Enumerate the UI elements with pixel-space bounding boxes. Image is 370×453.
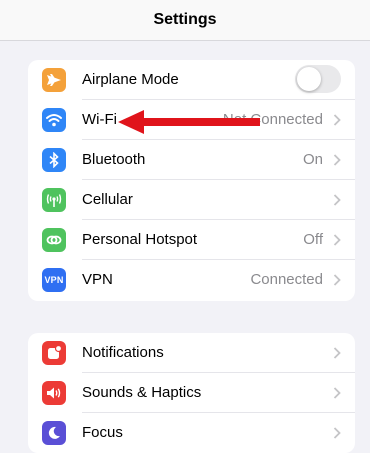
- row-label: Wi-Fi: [82, 111, 117, 128]
- vpn-icon: VPN: [42, 268, 66, 292]
- airplane-icon: [42, 68, 66, 92]
- row-airplane-mode[interactable]: Airplane Mode: [28, 60, 355, 100]
- row-label: Personal Hotspot: [82, 231, 198, 248]
- cellular-icon: [42, 188, 66, 212]
- chevron-right-icon: [333, 427, 341, 439]
- chevron-right-icon: [333, 387, 341, 399]
- settings-group-notifications: Notifications Sounds & Haptics Focus: [28, 333, 355, 453]
- chevron-right-icon: [333, 194, 341, 206]
- airplane-mode-toggle[interactable]: [295, 65, 341, 93]
- navigation-bar: Settings: [0, 0, 370, 41]
- settings-group-connectivity: Airplane Mode Wi-Fi Not Connected Blueto…: [28, 60, 355, 301]
- row-label: Sounds & Haptics: [82, 384, 202, 401]
- toggle-knob: [297, 67, 321, 91]
- notifications-icon: [42, 341, 66, 365]
- hotspot-status-value: Off: [303, 231, 323, 248]
- page-title: Settings: [153, 11, 217, 28]
- chevron-right-icon: [333, 274, 341, 286]
- row-label: Notifications: [82, 344, 164, 361]
- row-label: Airplane Mode: [82, 71, 179, 88]
- row-personal-hotspot[interactable]: Personal Hotspot Off: [28, 220, 355, 260]
- bluetooth-status-value: On: [302, 151, 323, 168]
- red-arrow-icon: [118, 110, 260, 134]
- chevron-right-icon: [333, 347, 341, 359]
- row-notifications[interactable]: Notifications: [28, 333, 355, 373]
- wifi-icon: [42, 108, 66, 132]
- chevron-right-icon: [333, 154, 341, 166]
- row-focus[interactable]: Focus: [28, 413, 355, 453]
- row-label: Cellular: [82, 191, 133, 208]
- row-sounds-haptics[interactable]: Sounds & Haptics: [28, 373, 355, 413]
- row-bluetooth[interactable]: Bluetooth On: [28, 140, 355, 180]
- row-label: Focus: [82, 424, 123, 441]
- bluetooth-icon: [42, 148, 66, 172]
- row-vpn[interactable]: VPN VPN Connected: [28, 260, 355, 300]
- vpn-status-value: Connected: [250, 271, 323, 288]
- row-label: Bluetooth: [82, 151, 146, 168]
- chevron-right-icon: [333, 114, 341, 126]
- vpn-icon-text: VPN: [44, 275, 64, 285]
- chevron-right-icon: [333, 234, 341, 246]
- row-label: VPN: [82, 271, 113, 288]
- sounds-icon: [42, 381, 66, 405]
- hotspot-icon: [42, 228, 66, 252]
- row-cellular[interactable]: Cellular: [28, 180, 355, 220]
- focus-icon: [42, 421, 66, 445]
